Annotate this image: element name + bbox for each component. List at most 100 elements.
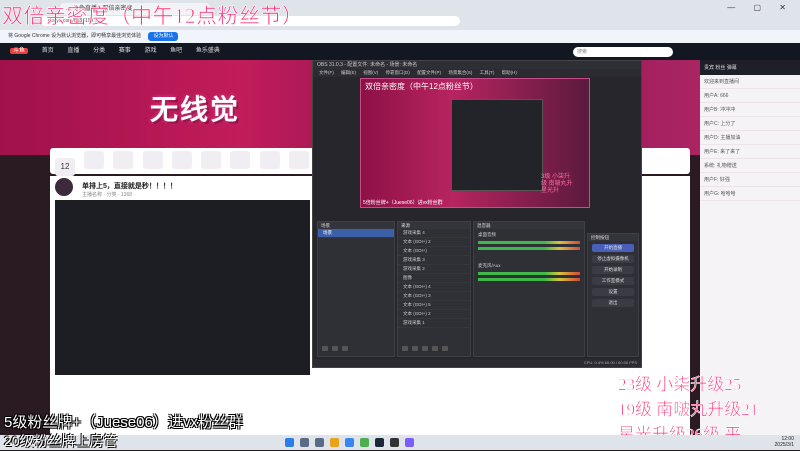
sources-panel: 来源 游戏采集 4 文本 (GDI+) 2 文本 (GDI+) 游戏采集 3 游… [397,221,471,357]
chrome-icon[interactable] [360,438,369,447]
source-item[interactable]: 游戏采集 4 [398,229,470,238]
start-streaming-button[interactable]: 开始直播 [592,244,634,252]
source-item[interactable]: 游戏采集 1 [398,319,470,328]
remove-icon[interactable] [332,346,338,351]
source-item[interactable]: 文本 (GDI+) 2 [398,310,470,319]
add-icon[interactable] [402,346,408,351]
stream-meta: 主播名称 · 分类 · 1368 [82,192,133,198]
chat-line: 用户G: 哈哈哈 [700,187,800,201]
gift-item[interactable] [171,151,192,169]
remove-icon[interactable] [412,346,418,351]
banner-title: 无线觉 [150,94,241,125]
menu-edit[interactable]: 编辑(E) [341,70,356,75]
clock-date: 2025/3/1 [774,442,794,448]
preview-nested-obs [451,99,543,191]
volume-meter [478,278,580,281]
scenes-header: 场景 [318,222,394,229]
video-player[interactable] [55,200,310,375]
settings-icon[interactable] [422,346,428,351]
volume-meter [478,241,580,244]
gift-item[interactable] [84,151,105,169]
steam-icon[interactable] [375,438,384,447]
menu-tools[interactable]: 工具(T) [480,70,495,75]
chat-line: 用户D: 主播加油 [700,131,800,145]
source-item[interactable]: 文本 (GDI+) 4 [398,283,470,292]
site-logo[interactable]: 斗鱼 [10,48,29,54]
preview-bottom-text: 5倍粉丝牌+（Juese06）进vx粉丝群 [363,200,443,206]
exit-button[interactable]: 退出 [592,299,634,307]
gift-item[interactable] [201,151,222,169]
scene-item[interactable]: 场景 [318,229,394,238]
preview-title-text: 双倍亲密度（中午12点粉丝节） [365,82,478,91]
mixer-panel: 混音器 桌面音频 麦克风/Aux [473,221,585,357]
virtual-camera-button[interactable]: 停止虚拟摄像机 [592,255,634,263]
gift-item[interactable] [113,151,134,169]
search-icon[interactable] [300,438,309,447]
stream-title: 单排上5，直接就是秒！！！！ [82,183,177,190]
menu-scene-collection[interactable]: 场景集合(S) [448,70,472,75]
nav-events[interactable]: 赛事 [119,48,131,54]
mixer-track-label: 桌面音频 [478,232,496,237]
start-icon[interactable] [285,438,294,447]
controls-panel: 控制按钮 开始直播 停止虚拟摄像机 开始录制 工作室模式 设置 退出 [587,233,639,357]
menu-help[interactable]: 帮助(H) [502,70,517,75]
mixer-header: 混音器 [474,222,584,229]
nav-category[interactable]: 分类 [93,48,105,54]
app-icon[interactable] [405,438,414,447]
set-default-button[interactable]: 设为默认 [148,32,179,41]
nav-live[interactable]: 直播 [67,48,79,54]
source-item[interactable]: 图像 [398,274,470,283]
scenes-panel: 场景 场景 [317,221,395,357]
source-item[interactable]: 文本 (GDI+) [398,247,470,256]
obs-preview[interactable]: 双倍亲密度（中午12点粉丝节） 5倍粉丝牌+（Juese06）进vx粉丝群 3级… [360,78,590,208]
preview-right-text: 3级 小柒升 级 南啵丸升 星光升 [541,174,573,195]
nav-yuba[interactable]: 鱼吧 [170,48,182,54]
move-down-icon[interactable] [442,346,448,351]
add-icon[interactable] [322,346,328,351]
settings-icon[interactable] [342,346,348,351]
nav-home[interactable]: 首页 [42,48,54,54]
edge-icon[interactable] [345,438,354,447]
preview-right-line: 级 南啵丸升 [541,181,573,187]
overlay-top-text: 双倍亲密度（中午12点粉丝节） [2,4,304,29]
obs-icon[interactable] [390,438,399,447]
gift-item[interactable] [142,151,163,169]
overlay-right-line: 23级 小柒升级25 [618,375,742,395]
search-input[interactable]: 搜索 [573,47,673,57]
source-item[interactable]: 文本 (GDI+) 3 [398,292,470,301]
chat-line: 欢迎来到直播间 [700,75,800,89]
nav-games[interactable]: 游戏 [144,48,156,54]
gift-item[interactable] [230,151,251,169]
follow-count[interactable]: 12 [55,158,75,176]
chat-header[interactable]: 贵宾 粉丝 弹幕 [700,60,800,75]
controls-header: 控制按钮 [588,234,638,241]
obs-window[interactable]: OBS 31.0.3 - 配置文件: 未命名 - 场景: 未命名 文件(F) 编… [312,60,642,368]
taskbar-clock[interactable]: 12:00 2025/3/1 [775,436,794,448]
overlay-bottom-left-1: 5级粉丝牌+（Juese06）进vx粉丝群 [4,414,243,431]
sources-header: 来源 [398,222,470,229]
menu-view[interactable]: 视图(V) [363,70,378,75]
taskview-icon[interactable] [315,438,324,447]
scenes-toolbar [320,345,350,354]
obs-menubar: 文件(F) 编辑(E) 视图(V) 停靠窗口(D) 配置文件(P) 场景集合(S… [313,69,641,77]
nav-festival[interactable]: 鱼乐盛典 [196,48,220,54]
source-item[interactable]: 游戏采集 2 [398,265,470,274]
start-recording-button[interactable]: 开始录制 [592,266,634,274]
folder-icon[interactable] [330,438,339,447]
default-browser-infobar: 将 Google Chrome 设为默认浏览器，即可畅享最佳浏览体验 设为默认 [0,30,800,43]
move-up-icon[interactable] [432,346,438,351]
source-item[interactable]: 文本 (GDI+) 5 [398,301,470,310]
menu-docks[interactable]: 停靠窗口(D) [386,70,410,75]
settings-button[interactable]: 设置 [592,288,634,296]
window-controls[interactable]: — ▢ ✕ [727,3,794,12]
studio-mode-button[interactable]: 工作室模式 [592,277,634,285]
gift-item[interactable] [259,151,280,169]
avatar[interactable] [55,178,73,196]
source-item[interactable]: 文本 (GDI+) 2 [398,238,470,247]
menu-file[interactable]: 文件(F) [319,70,334,75]
menu-profile[interactable]: 配置文件(P) [417,70,441,75]
gift-item[interactable] [288,151,309,169]
taskbar: 12:00 2025/3/1 [0,435,800,450]
obs-statusbar: CPU: 0.4% 60.00 / 60.00 FPS [313,359,641,367]
source-item[interactable]: 游戏采集 3 [398,256,470,265]
